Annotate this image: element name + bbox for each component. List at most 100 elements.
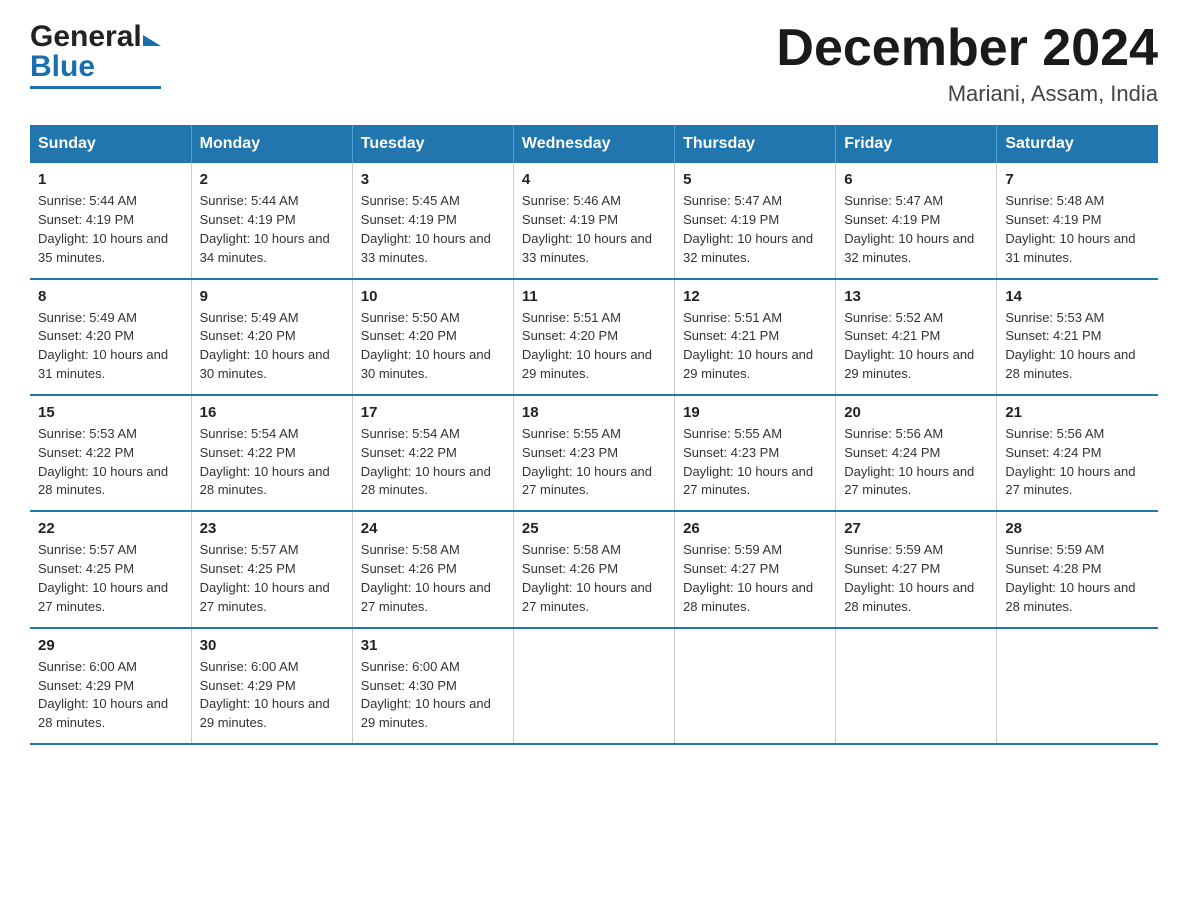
day-info: Sunrise: 5:57 AMSunset: 4:25 PMDaylight:… xyxy=(38,542,168,614)
day-number: 18 xyxy=(522,404,666,421)
day-number: 14 xyxy=(1005,288,1150,305)
calendar-cell: 29 Sunrise: 6:00 AMSunset: 4:29 PMDaylig… xyxy=(30,628,191,744)
day-number: 8 xyxy=(38,288,183,305)
day-info: Sunrise: 5:52 AMSunset: 4:21 PMDaylight:… xyxy=(844,310,974,382)
calendar-cell: 2 Sunrise: 5:44 AMSunset: 4:19 PMDayligh… xyxy=(191,163,352,278)
day-info: Sunrise: 6:00 AMSunset: 4:30 PMDaylight:… xyxy=(361,659,491,731)
calendar-cell xyxy=(997,628,1158,744)
day-info: Sunrise: 5:53 AMSunset: 4:21 PMDaylight:… xyxy=(1005,310,1135,382)
day-info: Sunrise: 6:00 AMSunset: 4:29 PMDaylight:… xyxy=(38,659,168,731)
calendar-cell: 13 Sunrise: 5:52 AMSunset: 4:21 PMDaylig… xyxy=(836,279,997,395)
calendar-cell xyxy=(836,628,997,744)
day-number: 4 xyxy=(522,171,666,188)
calendar-cell: 26 Sunrise: 5:59 AMSunset: 4:27 PMDaylig… xyxy=(675,511,836,627)
calendar-week-row-4: 22 Sunrise: 5:57 AMSunset: 4:25 PMDaylig… xyxy=(30,511,1158,627)
logo-blue-text: Blue xyxy=(30,50,95,84)
calendar-week-row-3: 15 Sunrise: 5:53 AMSunset: 4:22 PMDaylig… xyxy=(30,395,1158,511)
page-title: December 2024 xyxy=(776,20,1158,77)
col-sunday: Sunday xyxy=(30,125,191,163)
day-number: 21 xyxy=(1005,404,1150,421)
day-info: Sunrise: 5:53 AMSunset: 4:22 PMDaylight:… xyxy=(38,426,168,498)
calendar-cell: 25 Sunrise: 5:58 AMSunset: 4:26 PMDaylig… xyxy=(513,511,674,627)
calendar-cell: 21 Sunrise: 5:56 AMSunset: 4:24 PMDaylig… xyxy=(997,395,1158,511)
calendar-cell: 4 Sunrise: 5:46 AMSunset: 4:19 PMDayligh… xyxy=(513,163,674,278)
calendar-cell: 24 Sunrise: 5:58 AMSunset: 4:26 PMDaylig… xyxy=(352,511,513,627)
calendar-cell: 11 Sunrise: 5:51 AMSunset: 4:20 PMDaylig… xyxy=(513,279,674,395)
calendar-week-row-2: 8 Sunrise: 5:49 AMSunset: 4:20 PMDayligh… xyxy=(30,279,1158,395)
calendar-cell: 31 Sunrise: 6:00 AMSunset: 4:30 PMDaylig… xyxy=(352,628,513,744)
calendar-cell: 6 Sunrise: 5:47 AMSunset: 4:19 PMDayligh… xyxy=(836,163,997,278)
day-info: Sunrise: 5:58 AMSunset: 4:26 PMDaylight:… xyxy=(361,542,491,614)
day-number: 22 xyxy=(38,520,183,537)
calendar-cell: 27 Sunrise: 5:59 AMSunset: 4:27 PMDaylig… xyxy=(836,511,997,627)
day-number: 31 xyxy=(361,637,505,654)
day-number: 10 xyxy=(361,288,505,305)
calendar-cell: 28 Sunrise: 5:59 AMSunset: 4:28 PMDaylig… xyxy=(997,511,1158,627)
day-number: 13 xyxy=(844,288,988,305)
page-subtitle: Mariani, Assam, India xyxy=(776,81,1158,107)
col-wednesday: Wednesday xyxy=(513,125,674,163)
day-number: 17 xyxy=(361,404,505,421)
calendar-cell: 22 Sunrise: 5:57 AMSunset: 4:25 PMDaylig… xyxy=(30,511,191,627)
calendar-header-row: Sunday Monday Tuesday Wednesday Thursday… xyxy=(30,125,1158,163)
calendar-cell: 17 Sunrise: 5:54 AMSunset: 4:22 PMDaylig… xyxy=(352,395,513,511)
day-number: 11 xyxy=(522,288,666,305)
day-number: 25 xyxy=(522,520,666,537)
day-info: Sunrise: 5:57 AMSunset: 4:25 PMDaylight:… xyxy=(200,542,330,614)
calendar-cell: 23 Sunrise: 5:57 AMSunset: 4:25 PMDaylig… xyxy=(191,511,352,627)
calendar-cell: 5 Sunrise: 5:47 AMSunset: 4:19 PMDayligh… xyxy=(675,163,836,278)
day-info: Sunrise: 5:47 AMSunset: 4:19 PMDaylight:… xyxy=(683,193,813,265)
logo-underline xyxy=(30,86,161,89)
day-info: Sunrise: 5:55 AMSunset: 4:23 PMDaylight:… xyxy=(522,426,652,498)
calendar-cell: 19 Sunrise: 5:55 AMSunset: 4:23 PMDaylig… xyxy=(675,395,836,511)
calendar-cell: 15 Sunrise: 5:53 AMSunset: 4:22 PMDaylig… xyxy=(30,395,191,511)
day-info: Sunrise: 5:56 AMSunset: 4:24 PMDaylight:… xyxy=(1005,426,1135,498)
calendar-cell: 12 Sunrise: 5:51 AMSunset: 4:21 PMDaylig… xyxy=(675,279,836,395)
day-number: 15 xyxy=(38,404,183,421)
col-thursday: Thursday xyxy=(675,125,836,163)
day-number: 29 xyxy=(38,637,183,654)
calendar-cell: 1 Sunrise: 5:44 AMSunset: 4:19 PMDayligh… xyxy=(30,163,191,278)
day-number: 5 xyxy=(683,171,827,188)
day-number: 19 xyxy=(683,404,827,421)
day-number: 12 xyxy=(683,288,827,305)
day-number: 27 xyxy=(844,520,988,537)
day-info: Sunrise: 5:59 AMSunset: 4:27 PMDaylight:… xyxy=(844,542,974,614)
calendar-cell: 7 Sunrise: 5:48 AMSunset: 4:19 PMDayligh… xyxy=(997,163,1158,278)
day-info: Sunrise: 5:59 AMSunset: 4:28 PMDaylight:… xyxy=(1005,542,1135,614)
day-number: 28 xyxy=(1005,520,1150,537)
day-info: Sunrise: 5:54 AMSunset: 4:22 PMDaylight:… xyxy=(361,426,491,498)
calendar-cell: 10 Sunrise: 5:50 AMSunset: 4:20 PMDaylig… xyxy=(352,279,513,395)
day-info: Sunrise: 5:47 AMSunset: 4:19 PMDaylight:… xyxy=(844,193,974,265)
title-block: December 2024 Mariani, Assam, India xyxy=(776,20,1158,107)
logo-triangle-icon xyxy=(143,35,161,46)
calendar-table: Sunday Monday Tuesday Wednesday Thursday… xyxy=(30,125,1158,745)
day-info: Sunrise: 5:46 AMSunset: 4:19 PMDaylight:… xyxy=(522,193,652,265)
day-info: Sunrise: 5:51 AMSunset: 4:21 PMDaylight:… xyxy=(683,310,813,382)
calendar-cell: 14 Sunrise: 5:53 AMSunset: 4:21 PMDaylig… xyxy=(997,279,1158,395)
calendar-cell: 16 Sunrise: 5:54 AMSunset: 4:22 PMDaylig… xyxy=(191,395,352,511)
day-number: 3 xyxy=(361,171,505,188)
calendar-week-row-1: 1 Sunrise: 5:44 AMSunset: 4:19 PMDayligh… xyxy=(30,163,1158,278)
calendar-cell: 8 Sunrise: 5:49 AMSunset: 4:20 PMDayligh… xyxy=(30,279,191,395)
calendar-cell xyxy=(513,628,674,744)
col-friday: Friday xyxy=(836,125,997,163)
day-info: Sunrise: 5:49 AMSunset: 4:20 PMDaylight:… xyxy=(38,310,168,382)
col-tuesday: Tuesday xyxy=(352,125,513,163)
day-info: Sunrise: 6:00 AMSunset: 4:29 PMDaylight:… xyxy=(200,659,330,731)
day-number: 24 xyxy=(361,520,505,537)
logo-general-text: General xyxy=(30,20,142,54)
calendar-cell: 30 Sunrise: 6:00 AMSunset: 4:29 PMDaylig… xyxy=(191,628,352,744)
day-info: Sunrise: 5:55 AMSunset: 4:23 PMDaylight:… xyxy=(683,426,813,498)
col-monday: Monday xyxy=(191,125,352,163)
day-number: 7 xyxy=(1005,171,1150,188)
day-info: Sunrise: 5:44 AMSunset: 4:19 PMDaylight:… xyxy=(200,193,330,265)
logo: General Blue xyxy=(30,20,161,89)
day-info: Sunrise: 5:51 AMSunset: 4:20 PMDaylight:… xyxy=(522,310,652,382)
day-number: 23 xyxy=(200,520,344,537)
day-info: Sunrise: 5:58 AMSunset: 4:26 PMDaylight:… xyxy=(522,542,652,614)
day-number: 26 xyxy=(683,520,827,537)
day-info: Sunrise: 5:56 AMSunset: 4:24 PMDaylight:… xyxy=(844,426,974,498)
day-number: 20 xyxy=(844,404,988,421)
day-number: 30 xyxy=(200,637,344,654)
